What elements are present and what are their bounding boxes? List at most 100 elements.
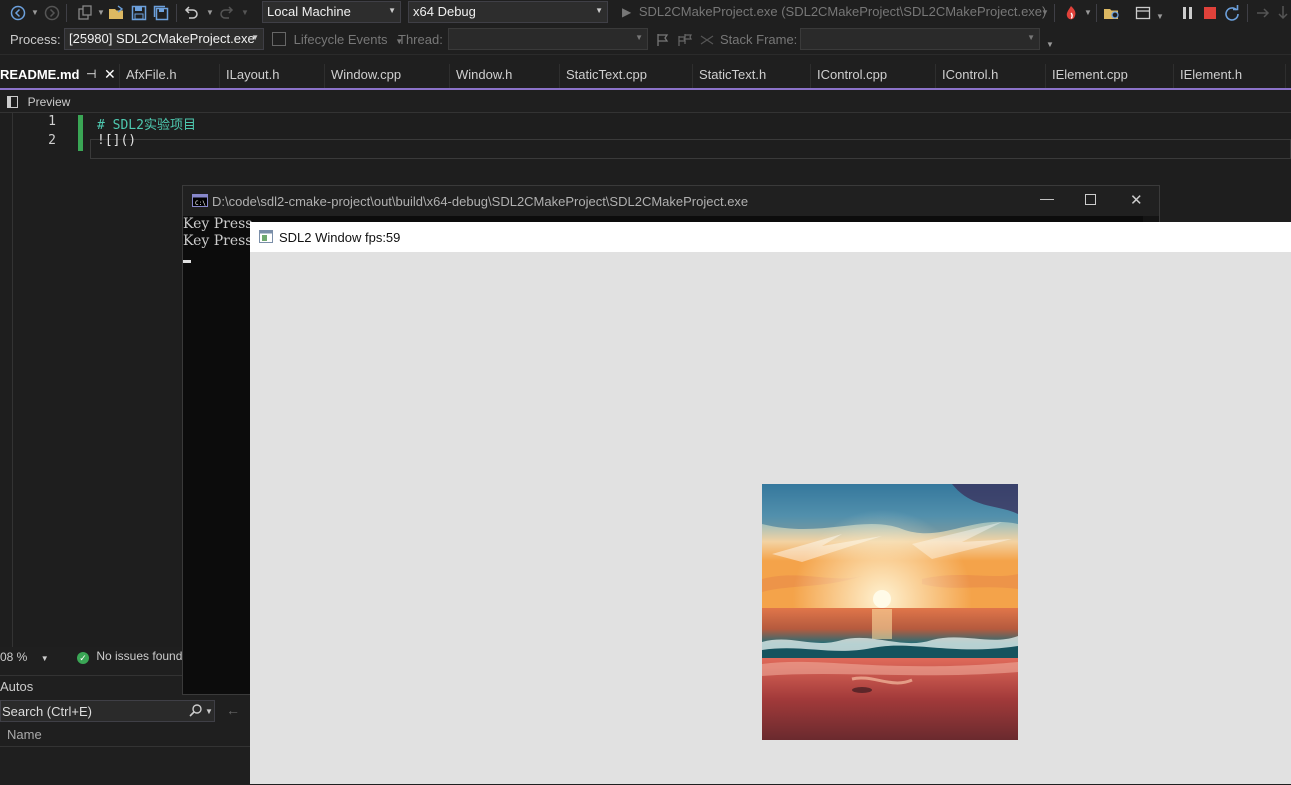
undo-icon[interactable]: [182, 4, 200, 22]
save-all-icon[interactable]: [152, 4, 170, 22]
flag-icon[interactable]: [654, 31, 672, 49]
tab-label: ILayout.h: [226, 67, 280, 82]
markdown-preview-bar: Preview: [0, 90, 1291, 113]
tab-icontrol-h[interactable]: IControl.h: [936, 64, 1046, 88]
back-arrow-icon[interactable]: ←: [226, 702, 240, 718]
change-indicator: [78, 115, 83, 151]
issues-indicator[interactable]: ✓ No issues found: [77, 649, 182, 664]
tab-afxfile-h[interactable]: AfxFile.h: [120, 64, 220, 88]
redo-icon[interactable]: [218, 4, 236, 22]
pin-icon[interactable]: ⊣: [86, 67, 96, 81]
close-icon[interactable]: ✕: [104, 66, 116, 83]
line-number: 1: [48, 114, 56, 129]
new-project-icon[interactable]: [76, 4, 94, 22]
thread-label: Thread:: [398, 32, 443, 47]
pause-icon[interactable]: [1179, 4, 1197, 22]
sdl-app-icon: [259, 230, 273, 243]
tab-label: StaticText.h: [699, 67, 767, 82]
solution-explorer-icon[interactable]: [1103, 4, 1121, 22]
process-select[interactable]: [25980] SDL2CMakeProject.exe ▼: [64, 28, 264, 50]
document-tab-bar: README.md ⊣ ✕ AfxFile.h ILayout.h Window…: [0, 64, 1291, 90]
sdl-title-bar: SDL2 Window fps:59: [250, 222, 1291, 252]
tab-statictext-cpp[interactable]: StaticText.cpp: [560, 64, 693, 88]
sdl-window-title: SDL2 Window fps:59: [279, 230, 401, 245]
tab-ilayout-h[interactable]: ILayout.h: [220, 64, 325, 88]
chevron-down-icon[interactable]: ▼: [1084, 8, 1092, 17]
preview-icon: [7, 96, 18, 108]
chevron-down-icon[interactable]: ▼: [1041, 8, 1049, 17]
start-debugging-button[interactable]: ▶ SDL2CMakeProject.exe (SDL2CMakeProject…: [622, 4, 1046, 22]
tab-ielement-h[interactable]: IElement.h: [1174, 64, 1286, 88]
hot-reload-icon[interactable]: [1062, 4, 1080, 22]
tab-ielement-cpp[interactable]: IElement.cpp: [1046, 64, 1174, 88]
config-select[interactable]: x64 Debug ▼: [408, 1, 608, 23]
tab-label: IElement.h: [1180, 67, 1243, 82]
window-layout-icon[interactable]: [1134, 4, 1152, 22]
tab-label: IControl.h: [942, 67, 999, 82]
start-icon: ▶: [622, 5, 632, 19]
autos-column-header: Name: [0, 724, 250, 747]
toolbar-overflow-icon[interactable]: ▼: [1046, 40, 1054, 49]
issues-label: No issues found: [96, 649, 183, 663]
chevron-down-icon: ▼: [251, 33, 259, 42]
target-select-value: Local Machine: [267, 4, 351, 19]
close-icon[interactable]: ✕: [1130, 191, 1143, 209]
preview-button[interactable]: Preview: [7, 94, 70, 109]
chevron-down-icon: ▼: [388, 6, 396, 15]
debug-location-toolbar: Process: [25980] SDL2CMakeProject.exe ▼ …: [0, 26, 1291, 55]
search-placeholder: Search (Ctrl+E): [2, 704, 92, 719]
main-toolbar: ▼ ▼ ▼ ▼ Local Machine ▼ x64 Debug ▼ ▶ SD…: [0, 0, 1291, 26]
maximize-icon[interactable]: [1085, 194, 1096, 205]
editor-margin: [12, 113, 13, 653]
search-icon[interactable]: [189, 703, 203, 717]
tab-label: README.md: [0, 67, 80, 82]
tab-icontrol-cpp[interactable]: IControl.cpp: [811, 64, 936, 88]
preview-label: Preview: [27, 95, 71, 109]
thread-select[interactable]: ▼: [448, 28, 648, 50]
column-name[interactable]: Name: [7, 727, 42, 742]
code-line-image-link: ![](): [97, 133, 137, 148]
back-icon[interactable]: [9, 4, 27, 22]
console-output-line: Key Press: [183, 216, 253, 232]
console-window-title: D:\code\sdl2-cmake-project\out\build\x64…: [212, 194, 749, 209]
step-into-icon[interactable]: [1274, 4, 1291, 22]
zoom-select[interactable]: 08 % ▼: [0, 650, 52, 664]
threads-icon[interactable]: [676, 31, 694, 49]
forward-icon[interactable]: [43, 4, 61, 22]
chevron-down-icon[interactable]: ▼: [206, 8, 214, 17]
code-line-heading: # SDL2实验项目: [97, 118, 196, 133]
stop-icon[interactable]: [1201, 4, 1219, 22]
config-select-value: x64 Debug: [413, 4, 476, 19]
console-app-icon: C:\: [192, 194, 208, 207]
chevron-down-icon[interactable]: ▼: [1156, 12, 1164, 21]
tab-label: Window.h: [456, 67, 513, 82]
chevron-down-icon[interactable]: ▼: [97, 8, 105, 17]
stack-frame-select[interactable]: ▼: [800, 28, 1040, 50]
tab-label: IElement.cpp: [1052, 67, 1128, 82]
chevron-down-icon: ▼: [40, 654, 49, 663]
chevron-down-icon[interactable]: ▼: [241, 8, 249, 17]
process-label: Process:: [10, 32, 61, 47]
save-icon[interactable]: [130, 4, 148, 22]
step-over-icon[interactable]: [1254, 4, 1272, 22]
process-select-value: [25980] SDL2CMakeProject.exe: [69, 31, 255, 46]
tab-label: Window.cpp: [331, 67, 402, 82]
chevron-down-icon[interactable]: ▼: [205, 707, 213, 716]
chevron-down-icon: ▼: [595, 6, 603, 15]
autos-search-input[interactable]: Search (Ctrl+E) ▼: [0, 700, 215, 722]
tab-readme[interactable]: README.md ⊣ ✕: [0, 64, 120, 88]
chevron-down-icon: ▼: [1027, 33, 1035, 42]
line-number: 2: [48, 133, 56, 148]
chevron-down-icon: ▼: [635, 33, 643, 42]
minimize-icon[interactable]: —: [1040, 190, 1054, 206]
svg-text:C:\: C:\: [195, 200, 206, 207]
tab-window-cpp[interactable]: Window.cpp: [325, 64, 450, 88]
chevron-down-icon[interactable]: ▼: [31, 8, 39, 17]
lifecycle-icon: [272, 32, 286, 46]
lifecycle-events-button[interactable]: Lifecycle Events ▼: [272, 32, 403, 47]
tab-statictext-h[interactable]: StaticText.h: [693, 64, 811, 88]
target-select[interactable]: Local Machine ▼: [262, 1, 401, 23]
restart-icon[interactable]: [1223, 4, 1241, 22]
tab-window-h[interactable]: Window.h: [450, 64, 560, 88]
open-folder-icon[interactable]: [108, 4, 126, 22]
